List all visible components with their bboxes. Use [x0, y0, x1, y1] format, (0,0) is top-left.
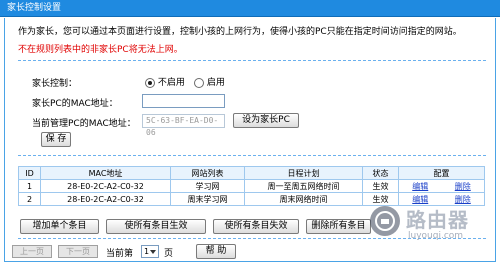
- column-header-schedule: 日程计划: [244, 166, 363, 180]
- column-header-config: 配置: [398, 166, 485, 180]
- watermark: 路由器 luyouqi.com: [370, 204, 490, 248]
- prev-page-button[interactable]: 上一页: [12, 245, 52, 258]
- radio-disable[interactable]: [145, 77, 155, 88]
- next-page-button[interactable]: 下一页: [58, 245, 98, 258]
- radio-enable[interactable]: [194, 77, 204, 88]
- page-title: 家长控制设置: [0, 0, 500, 17]
- delete-all-button[interactable]: 删除所有条目: [306, 219, 371, 234]
- parental-control-label: 家长控制：: [32, 79, 78, 89]
- divider: [18, 60, 486, 61]
- radio-disable-option[interactable]: 不启用: [145, 75, 185, 88]
- watermark-text: 路由器: [406, 208, 469, 232]
- help-button[interactable]: 帮 助: [196, 244, 236, 259]
- watermark-subtext: luyouqi.com: [408, 231, 464, 241]
- edit-link[interactable]: 编辑: [398, 179, 442, 193]
- description-text: 作为家长，您可以通过本页面进行设置，控制小孩的上网行为，使得小孩的PC只能在指定…: [18, 27, 462, 37]
- radio-enable-option[interactable]: 启用: [194, 75, 225, 88]
- page-suffix-label: 页: [164, 249, 174, 259]
- column-header-mac: MAC地址: [40, 166, 171, 180]
- current-mac-label: 当前管理PC的MAC地址：: [32, 119, 136, 129]
- cell-mac: 28-E0-2C-A2-C0-32: [40, 192, 171, 206]
- disable-all-button[interactable]: 使所有条目失效: [213, 219, 299, 234]
- save-button[interactable]: 保 存: [41, 132, 71, 147]
- page-select-value: 1: [144, 247, 150, 256]
- delete-link[interactable]: 删除: [441, 179, 485, 193]
- cell-schedule: 周末网络时间: [244, 192, 363, 206]
- radio-enable-label: 启用: [206, 78, 225, 88]
- warning-text: 不在规则列表中的非家长PC将无法上网。: [18, 45, 183, 55]
- rules-table: ID MAC地址 网站列表 日程计划 状态 配置 1 28-E0-2C-A2-C…: [18, 166, 485, 206]
- set-parent-pc-button[interactable]: 设为家长PC: [233, 113, 299, 128]
- cell-status: 生效: [362, 179, 399, 193]
- page-select[interactable]: 1: [141, 245, 159, 258]
- cell-schedule: 周一至周五网络时间: [244, 179, 363, 193]
- column-header-status: 状态: [362, 166, 399, 180]
- radio-disable-label: 不启用: [157, 78, 185, 88]
- add-entry-button[interactable]: 增加单个条目: [20, 219, 99, 234]
- parent-mac-label: 家长PC的MAC地址：: [32, 99, 118, 109]
- cell-mac: 28-E0-2C-A2-C0-32: [40, 179, 171, 193]
- parent-mac-input[interactable]: [142, 94, 225, 108]
- table-header-row: ID MAC地址 网站列表 日程计划 状态 配置: [18, 166, 485, 180]
- current-mac-input: 5C-63-BF-EA-D0-06: [142, 114, 225, 137]
- divider: [18, 155, 486, 156]
- cell-site-list: 学习网: [170, 179, 245, 193]
- cell-site-list: 周末学习网: [170, 192, 245, 206]
- column-header-id: ID: [18, 166, 41, 180]
- cell-id: 1: [18, 179, 41, 193]
- current-page-label: 当前第: [106, 249, 134, 259]
- cell-id: 2: [18, 192, 41, 206]
- enable-all-button[interactable]: 使所有条目生效: [106, 219, 206, 234]
- watermark-logo-icon: [370, 206, 400, 236]
- table-row: 1 28-E0-2C-A2-C0-32 学习网 周一至周五网络时间 生效 编辑 …: [18, 179, 485, 193]
- column-header-site-list: 网站列表: [170, 166, 245, 180]
